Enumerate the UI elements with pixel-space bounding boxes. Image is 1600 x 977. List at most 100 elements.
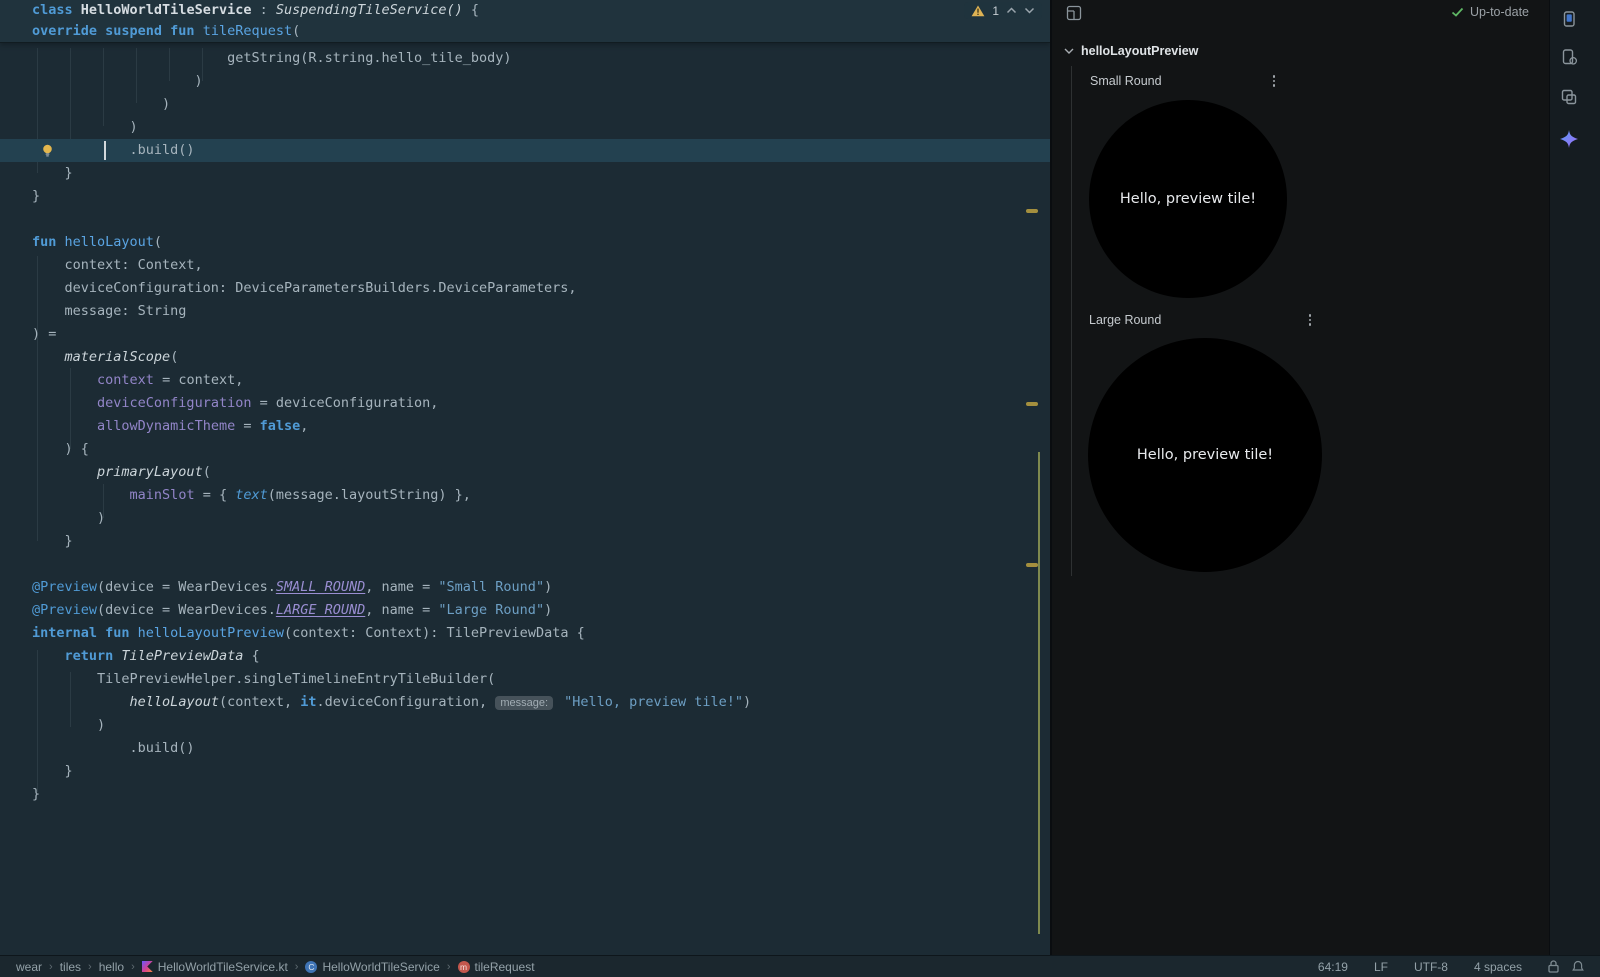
code-line[interactable]: ) — [0, 507, 1050, 530]
method-icon: m — [458, 961, 470, 973]
code-line[interactable]: internal fun helloLayoutPreview(context:… — [0, 622, 1050, 645]
error-stripe-mark[interactable] — [1026, 209, 1038, 213]
code-line[interactable]: @Preview(device = WearDevices.LARGE_ROUN… — [0, 599, 1050, 622]
layout-inspector-button[interactable] — [1555, 83, 1583, 111]
code-line[interactable]: fun helloLayout( — [0, 231, 1050, 254]
preview-group-title: helloLayoutPreview — [1081, 44, 1198, 58]
code-line[interactable]: materialScope( — [0, 346, 1050, 369]
error-stripe-mark[interactable] — [1026, 563, 1038, 567]
code-line[interactable]: @Preview(device = WearDevices.SMALL_ROUN… — [0, 576, 1050, 599]
preview-name-small-round: Small Round — [1090, 74, 1162, 88]
code-line[interactable]: deviceConfiguration: DeviceParametersBui… — [0, 277, 1050, 300]
code-token: = deviceConfiguration, — [251, 395, 438, 411]
code-token: } — [32, 763, 73, 779]
code-token: = { — [195, 487, 236, 503]
code-token: LARGE_ROUND — [276, 602, 365, 618]
code-line[interactable]: } — [0, 760, 1050, 783]
code-line[interactable]: .build() — [0, 139, 1050, 162]
code-token: helloLayout — [130, 694, 219, 710]
code-token: ( — [292, 23, 300, 39]
code-line[interactable] — [0, 208, 1050, 231]
device-manager-button[interactable] — [1555, 43, 1583, 71]
code-token: class — [32, 2, 81, 18]
next-highlight-icon[interactable] — [1024, 7, 1035, 14]
gemini-button[interactable] — [1555, 125, 1583, 153]
code-line[interactable]: allowDynamicTheme = false, — [0, 415, 1050, 438]
code-line[interactable]: primaryLayout( — [0, 461, 1050, 484]
code-line[interactable]: ) — [0, 714, 1050, 737]
code-token: ) — [32, 119, 138, 135]
code-line[interactable]: .build() — [0, 737, 1050, 760]
code-token: tileRequest — [203, 23, 292, 39]
layout-inspector-icon — [1560, 88, 1578, 106]
code-line[interactable]: } — [0, 185, 1050, 208]
error-stripe-mark[interactable] — [1026, 402, 1038, 406]
notifications-icon[interactable] — [1572, 960, 1584, 973]
indent-widget[interactable]: 4 spaces — [1474, 960, 1522, 974]
breadcrumb-item[interactable]: wear — [16, 960, 42, 974]
code-line[interactable]: override suspend fun tileRequest( — [0, 21, 1050, 42]
code-token: ) — [32, 717, 105, 733]
code-line[interactable]: context: Context, — [0, 254, 1050, 277]
code-token: materialScope — [65, 349, 171, 365]
code-token: @Preview — [32, 602, 97, 618]
preview-group-header[interactable]: helloLayoutPreview — [1064, 44, 1198, 58]
preview-options-menu-icon[interactable] — [1302, 312, 1318, 328]
code-area[interactable]: getString(R.string.hello_tile_body) ) ) … — [0, 47, 1050, 806]
code-line[interactable]: } — [0, 783, 1050, 806]
code-line[interactable]: ) = — [0, 323, 1050, 346]
status-bar: wear › tiles › hello › HelloWorldTileSer… — [0, 955, 1600, 977]
code-token: SuspendingTileService() — [276, 2, 463, 18]
line-separator-widget[interactable]: LF — [1374, 960, 1388, 974]
code-token: "Hello, preview tile!" — [564, 694, 743, 710]
sticky-lines-header[interactable]: class HelloWorldTileService : Suspending… — [0, 0, 1050, 43]
breadcrumb-item-class[interactable]: C HelloWorldTileService — [305, 960, 439, 974]
tile-text: Hello, preview tile! — [1120, 191, 1256, 207]
preview-layout-icon[interactable] — [1066, 5, 1082, 21]
intention-bulb-icon[interactable] — [41, 143, 54, 157]
code-line[interactable]: ) — [0, 116, 1050, 139]
preview-options-menu-icon[interactable] — [1266, 73, 1282, 89]
code-line[interactable]: helloLayout(context, it.deviceConfigurat… — [0, 691, 1050, 714]
breadcrumb-separator: › — [49, 961, 53, 973]
code-line[interactable]: } — [0, 530, 1050, 553]
code-editor[interactable]: getString(R.string.hello_tile_body) ) ) … — [0, 0, 1050, 955]
code-line[interactable]: mainSlot = { text(message.layoutString) … — [0, 484, 1050, 507]
split-preview-panel: Up-to-date helloLayoutPreview Small Roun… — [1052, 0, 1549, 955]
kotlin-file-icon — [142, 961, 153, 972]
code-line[interactable]: getString(R.string.hello_tile_body) — [0, 47, 1050, 70]
lock-icon[interactable] — [1548, 960, 1559, 973]
code-token: ) — [743, 694, 751, 710]
tile-preview-large-round[interactable]: Hello, preview tile! — [1088, 338, 1322, 572]
code-token: text — [235, 487, 268, 503]
breadcrumb-item-file[interactable]: HelloWorldTileService.kt — [142, 960, 288, 974]
code-line[interactable]: deviceConfiguration = deviceConfiguratio… — [0, 392, 1050, 415]
code-token: deviceConfiguration — [97, 395, 251, 411]
code-line[interactable]: message: String — [0, 300, 1050, 323]
code-token: helloLayout — [65, 234, 154, 250]
caret-position-widget[interactable]: 64:19 — [1318, 960, 1348, 974]
code-line[interactable]: context = context, — [0, 369, 1050, 392]
code-token: : — [251, 2, 275, 18]
code-line[interactable]: class HelloWorldTileService : Suspending… — [0, 0, 1050, 21]
code-token: context — [97, 372, 154, 388]
code-line[interactable]: return TilePreviewData { — [0, 645, 1050, 668]
breadcrumb-item[interactable]: tiles — [60, 960, 81, 974]
inspections-widget[interactable]: 1 — [964, 2, 1042, 19]
breadcrumb-item[interactable]: hello — [99, 960, 124, 974]
code-token: TilePreviewData — [121, 648, 243, 664]
code-line[interactable]: ) — [0, 70, 1050, 93]
breadcrumb-item-function[interactable]: m tileRequest — [458, 960, 535, 974]
code-line[interactable]: TilePreviewHelper.singleTimelineEntryTil… — [0, 668, 1050, 691]
code-line[interactable]: ) — [0, 93, 1050, 116]
code-line[interactable] — [0, 553, 1050, 576]
tile-preview-small-round[interactable]: Hello, preview tile! — [1089, 100, 1287, 298]
code-token: , name = — [365, 602, 438, 618]
prev-highlight-icon[interactable] — [1006, 7, 1017, 14]
code-line[interactable]: } — [0, 162, 1050, 185]
scrollbar-indicator[interactable] — [1038, 452, 1040, 934]
code-token — [32, 464, 97, 480]
encoding-widget[interactable]: UTF-8 — [1414, 960, 1448, 974]
code-line[interactable]: ) { — [0, 438, 1050, 461]
running-devices-button[interactable] — [1555, 5, 1583, 33]
